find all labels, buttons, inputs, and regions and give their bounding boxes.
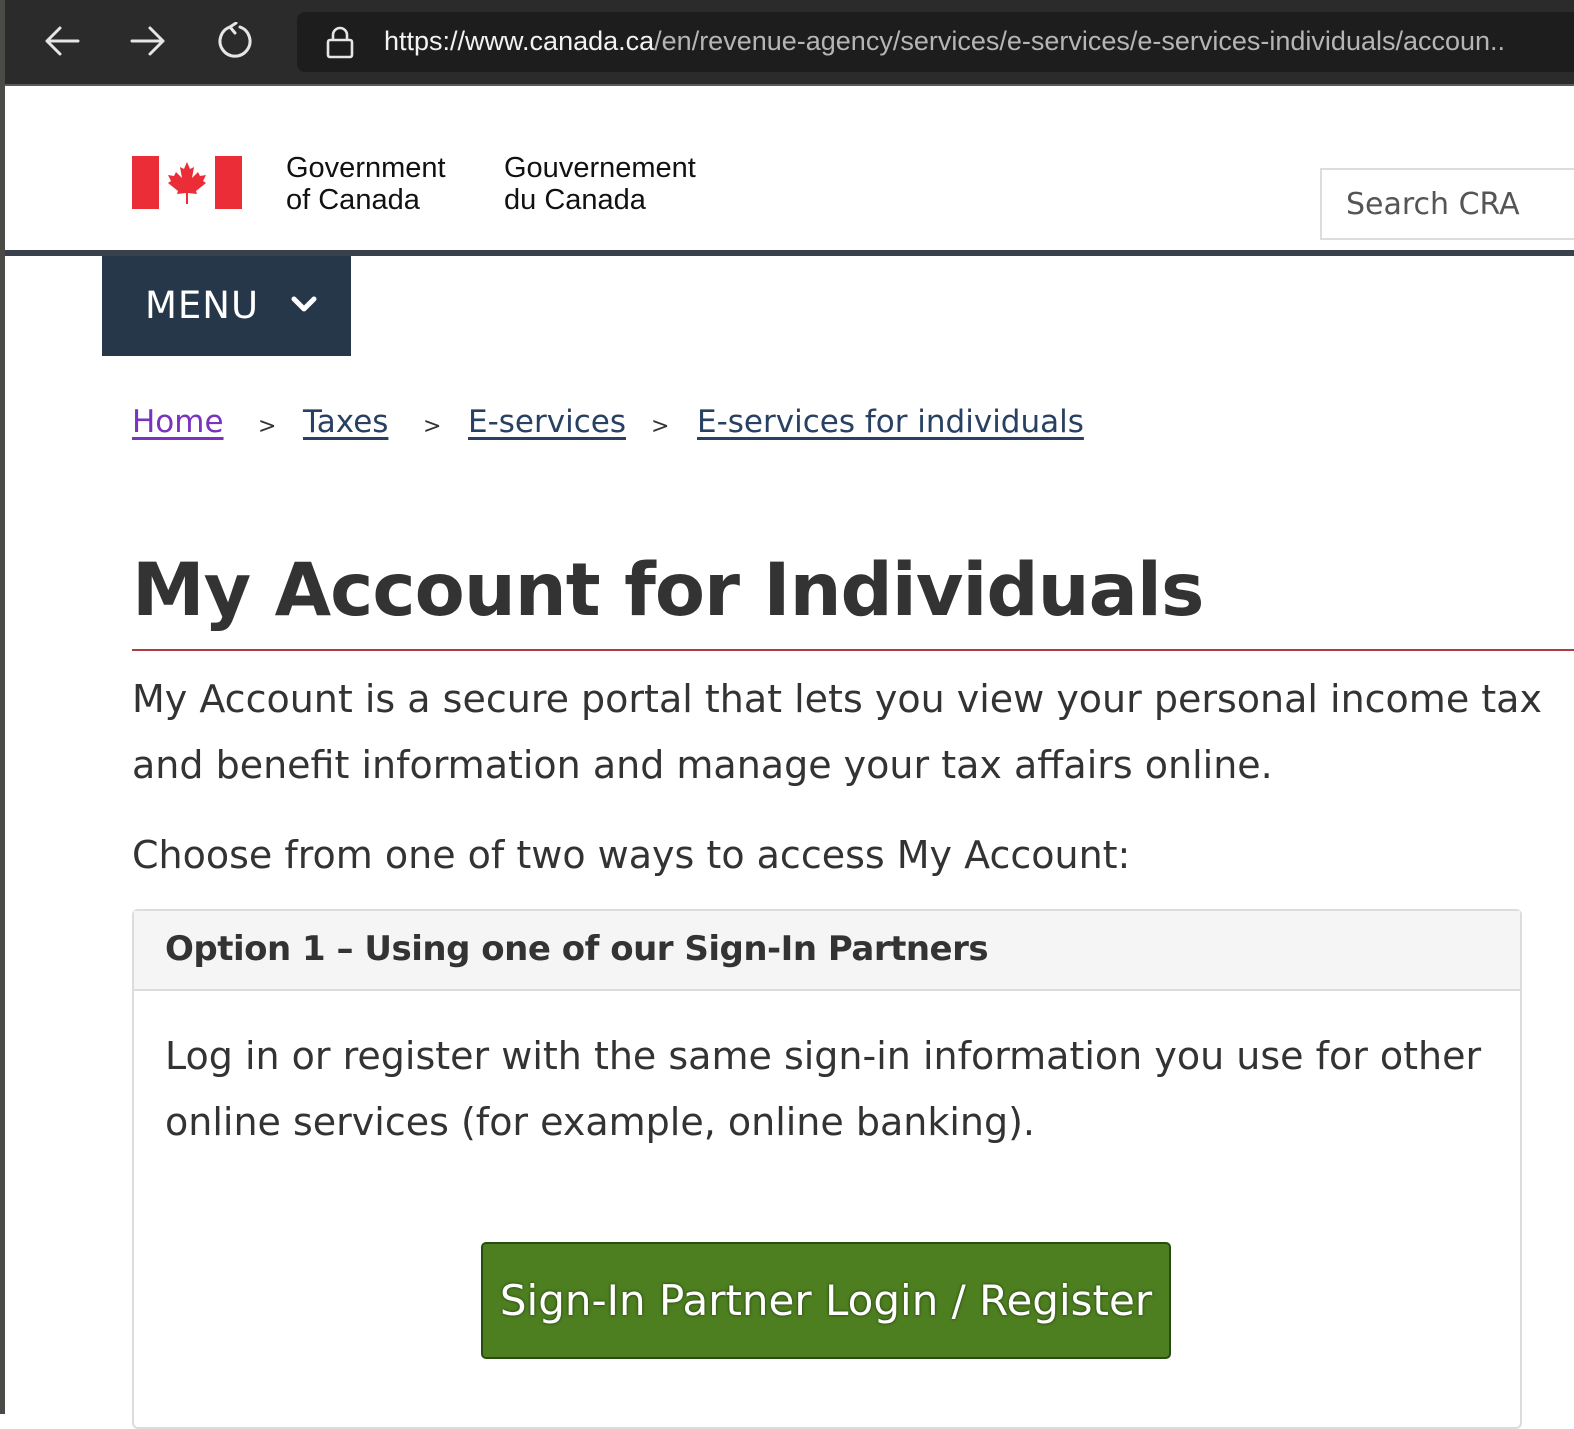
menu-button[interactable]: MENU [102, 256, 351, 356]
search-input[interactable] [1322, 170, 1574, 238]
intro-line-2: and benefit information and manage your … [132, 743, 1273, 787]
option-1-panel: Option 1 – Using one of our Sign-In Part… [132, 909, 1522, 1429]
forward-arrow-icon[interactable] [123, 16, 173, 66]
url-host: https://www.canada.ca [384, 26, 655, 56]
signature-fr-line2: du Canada [504, 184, 646, 216]
reload-icon[interactable] [210, 16, 260, 66]
breadcrumb-e-services[interactable]: E-services [468, 404, 626, 440]
breadcrumb-home[interactable]: Home [132, 404, 224, 440]
search-box [1320, 168, 1574, 240]
signature-en-line2: of Canada [286, 184, 420, 216]
option-1-header: Option 1 – Using one of our Sign-In Part… [134, 911, 1520, 991]
breadcrumb-separator: > [423, 414, 442, 439]
signature-french[interactable]: Gouvernement du Canada [504, 152, 696, 216]
option-1-body-line-1: Log in or register with the same sign-in… [165, 1034, 1482, 1078]
toolbar-divider [5, 84, 1574, 86]
signature-english[interactable]: Government of Canada [286, 152, 446, 216]
option-1-body-line-2: online services (for example, online ban… [165, 1100, 1036, 1144]
chevron-down-icon [291, 296, 317, 312]
title-underline [132, 649, 1574, 651]
option-1-body: Log in or register with the same sign-in… [165, 1023, 1481, 1155]
signature-fr-line1: Gouvernement [504, 152, 696, 184]
url-path: /en/revenue-agency/services/e-services/e… [654, 26, 1506, 56]
browser-toolbar: https://www.canada.ca/en/revenue-agency/… [5, 0, 1574, 84]
breadcrumb-separator: > [651, 414, 670, 439]
back-arrow-icon[interactable] [37, 16, 87, 66]
breadcrumb-separator: > [258, 414, 277, 439]
menu-label: MENU [145, 284, 260, 327]
choose-text: Choose from one of two ways to access My… [132, 833, 1131, 877]
lock-icon [325, 25, 355, 59]
signature-en-line1: Government [286, 152, 446, 184]
url-text: https://www.canada.ca/en/revenue-agency/… [384, 26, 1505, 57]
window-edge [0, 0, 5, 1414]
option-1-title: Option 1 – Using one of our Sign-In Part… [165, 929, 989, 969]
page-title: My Account for Individuals [132, 548, 1204, 633]
sign-in-partner-button[interactable]: Sign-In Partner Login / Register [481, 1242, 1171, 1359]
intro-line-1: My Account is a secure portal that lets … [132, 677, 1542, 721]
breadcrumb-taxes[interactable]: Taxes [303, 404, 388, 440]
breadcrumb-e-services-individuals[interactable]: E-services for individuals [697, 404, 1084, 440]
canada-flag-icon[interactable] [132, 156, 242, 209]
address-bar[interactable]: https://www.canada.ca/en/revenue-agency/… [297, 12, 1574, 72]
